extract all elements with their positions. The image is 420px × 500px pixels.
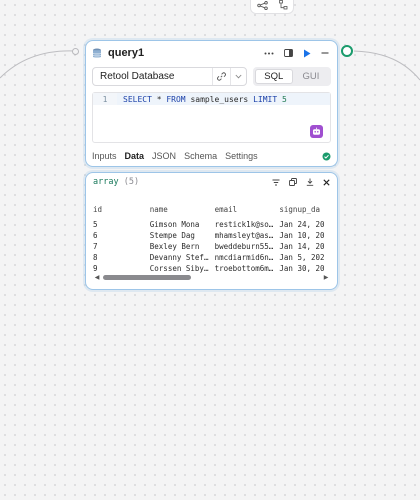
tab-settings[interactable]: Settings — [225, 151, 258, 161]
sql-keyword-select: SELECT — [123, 95, 152, 104]
result-type: array (5) — [93, 177, 272, 187]
sql-keyword-from: FROM — [166, 95, 186, 104]
sql-editor[interactable]: 1 SELECT * FROM sample_users LIMIT 5 — [92, 92, 331, 143]
query-tabs: Inputs Data JSON Schema Settings — [86, 147, 337, 165]
sql-limit-value: 5 — [277, 95, 287, 104]
database-icon — [92, 48, 102, 59]
cell-signup-date: Jan 30, 20 — [279, 264, 325, 273]
cell-name: Stempe Dag — [149, 231, 195, 240]
table-row[interactable]: 6 Stempe Dag mhamsleyt@as… Jan 10, 20 — [93, 230, 337, 241]
cell-name: Corssen Siby… — [149, 264, 209, 273]
result-count: (5) — [123, 177, 140, 187]
horizontal-scrollbar[interactable]: ◀ ▶ — [93, 274, 330, 281]
download-icon[interactable] — [306, 178, 314, 186]
column-header[interactable]: signup_da — [279, 199, 337, 219]
table-row[interactable]: 9 Corssen Siby… troebottom6m… Jan 30, 20 — [93, 263, 337, 274]
table-header-row: id name email signup_da — [93, 199, 337, 219]
tab-schema[interactable]: Schema — [184, 151, 217, 161]
filter-icon[interactable] — [272, 179, 280, 186]
sql-star: * — [151, 95, 167, 104]
cell-id: 7 — [93, 242, 98, 251]
column-header[interactable]: id — [93, 199, 150, 219]
table-row[interactable]: 8 Devanny Stef… nmcdiarmid6n… Jan 5, 202 — [93, 252, 337, 263]
panel-icon[interactable] — [284, 49, 293, 57]
cell-signup-date: Jan 14, 20 — [279, 242, 325, 251]
cell-email: restick1k@so… — [214, 220, 274, 229]
scroll-left-icon[interactable]: ◀ — [93, 274, 101, 281]
cell-email: mhamsleyt@as… — [214, 231, 274, 240]
resource-select[interactable]: Retool Database — [92, 66, 247, 86]
collapse-icon[interactable] — [321, 49, 329, 57]
table-row[interactable]: 7 Bexley Bern bweddeburn55… Jan 14, 20 — [93, 241, 337, 252]
cell-email: nmcdiarmid6n… — [214, 253, 274, 262]
cell-name: Gimson Mona — [149, 220, 200, 229]
cell-id: 9 — [93, 264, 98, 273]
run-icon[interactable] — [303, 49, 311, 58]
close-icon[interactable] — [323, 178, 330, 186]
check-circle-icon — [322, 152, 331, 161]
result-panel[interactable]: array (5) id name email signup_da 5 Gims… — [85, 172, 338, 290]
sql-code[interactable]: SELECT * FROM sample_users LIMIT 5 — [123, 95, 287, 104]
result-header: array (5) — [86, 173, 337, 191]
tab-data[interactable]: Data — [125, 151, 145, 161]
table-row[interactable]: 5 Gimson Mona restick1k@so… Jan 24, 20 — [93, 219, 337, 230]
copy-icon[interactable] — [289, 178, 297, 186]
cell-email: troebottom6m… — [214, 264, 274, 273]
chevron-down-icon[interactable] — [229, 67, 246, 85]
result-type-label: array — [93, 177, 119, 187]
tab-json[interactable]: JSON — [152, 151, 176, 161]
cell-name: Bexley Bern — [149, 242, 200, 251]
result-table: id name email signup_da 5 Gimson Mona re… — [93, 199, 337, 274]
tab-inputs[interactable]: Inputs — [92, 151, 117, 161]
assist-icon[interactable] — [310, 125, 323, 138]
resource-label: Retool Database — [100, 70, 175, 82]
scroll-thumb[interactable] — [103, 275, 191, 280]
sql-keyword-limit: LIMIT — [253, 95, 278, 104]
more-icon[interactable] — [264, 52, 274, 55]
query-block[interactable]: query1 Retool Database SQL GUI 1 SELECT … — [85, 40, 338, 167]
query-name[interactable]: query1 — [108, 47, 264, 59]
scroll-right-icon[interactable]: ▶ — [322, 274, 330, 281]
mode-gui[interactable]: GUI — [293, 69, 329, 84]
mode-toggle: SQL GUI — [252, 66, 331, 86]
cell-id: 6 — [93, 231, 98, 240]
mode-sql[interactable]: SQL — [254, 68, 293, 84]
line-number: 1 — [93, 93, 117, 105]
column-header[interactable]: email — [215, 199, 280, 219]
cell-id: 8 — [93, 253, 98, 262]
cell-id: 5 — [93, 220, 98, 229]
cell-signup-date: Jan 5, 202 — [279, 253, 325, 262]
query-header: query1 — [86, 41, 337, 65]
result-table-wrapper[interactable]: id name email signup_da 5 Gimson Mona re… — [93, 199, 337, 274]
cell-signup-date: Jan 24, 20 — [279, 220, 325, 229]
scroll-track[interactable] — [101, 275, 322, 280]
cell-name: Devanny Stef… — [149, 253, 209, 262]
output-port[interactable] — [341, 45, 353, 57]
sql-table: sample_users — [185, 95, 254, 104]
link-icon[interactable] — [211, 67, 230, 85]
column-header[interactable]: name — [150, 199, 215, 219]
cell-email: bweddeburn55… — [214, 242, 274, 251]
cell-signup-date: Jan 10, 20 — [279, 231, 325, 240]
input-port[interactable] — [72, 48, 79, 55]
